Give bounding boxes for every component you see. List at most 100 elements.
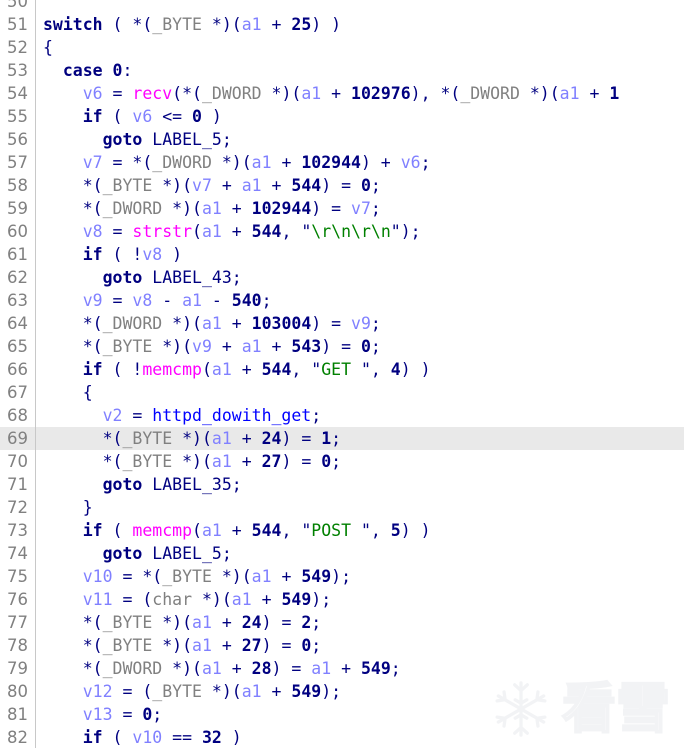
token-pun: = xyxy=(102,84,133,103)
token-var: v10 xyxy=(132,728,163,747)
token-pun: + xyxy=(211,636,242,655)
code-text[interactable]: *(_BYTE *)(a1 + 27) = 0; xyxy=(43,450,342,473)
code-text[interactable]: { xyxy=(43,381,93,404)
token-num: 28 xyxy=(251,659,272,678)
token-var: v9 xyxy=(192,337,212,356)
token-num: 102976 xyxy=(351,84,411,103)
token-var: a1 xyxy=(251,153,272,172)
code-text[interactable]: *(_BYTE *)(v7 + a1 + 544) = 0; xyxy=(43,174,381,197)
code-text[interactable]: v2 = httpd_dowith_get; xyxy=(43,404,322,427)
code-line[interactable]: 55 if ( v6 <= 0 ) xyxy=(0,105,684,128)
token-var: a1 xyxy=(211,360,232,379)
code-text[interactable]: v8 = strstr(a1 + 544, "\r\n\r\n"); xyxy=(43,220,421,243)
code-text[interactable]: v7 = *(_DWORD *)(a1 + 102944) + v6; xyxy=(43,151,431,174)
token-num: 103004 xyxy=(251,314,312,333)
code-text[interactable]: v12 = (_BYTE *)(a1 + 549); xyxy=(43,680,341,703)
code-line[interactable]: 76 v11 = (char *)(a1 + 549); xyxy=(0,588,684,611)
code-text[interactable]: v9 = v8 - a1 - 540; xyxy=(43,289,272,312)
line-number: 78 xyxy=(7,636,28,655)
code-text[interactable]: *(_BYTE *)(a1 + 24) = 2; xyxy=(43,611,321,634)
code-line[interactable]: 72 } xyxy=(0,496,684,519)
code-text[interactable]: goto LABEL_43; xyxy=(43,266,242,289)
code-text[interactable]: *(_DWORD *)(a1 + 28) = a1 + 549; xyxy=(43,657,401,680)
code-line[interactable]: 54 v6 = recv(*(_DWORD *)(a1 + 102976), *… xyxy=(0,82,684,105)
token-pun: *)( xyxy=(152,636,193,655)
code-text[interactable]: if ( v6 <= 0 ) xyxy=(43,105,222,128)
code-text[interactable]: *(_BYTE *)(v9 + a1 + 543) = 0; xyxy=(43,335,381,358)
token-num: 24 xyxy=(261,429,282,448)
token-var: a1 xyxy=(311,659,332,678)
code-text[interactable]: *(_DWORD *)(a1 + 102944) = v7; xyxy=(43,197,381,220)
code-text[interactable]: goto LABEL_5; xyxy=(43,128,232,151)
token-var: a1 xyxy=(182,291,202,310)
code-line[interactable]: 74 goto LABEL_5; xyxy=(0,542,684,565)
code-text[interactable]: v10 = *(_BYTE *)(a1 + 549); xyxy=(43,565,351,588)
token-pun: ( xyxy=(102,728,133,747)
code-line[interactable]: 68 v2 = httpd_dowith_get; xyxy=(0,404,684,427)
token-pun: *)( xyxy=(152,337,193,356)
code-line[interactable]: 61 if ( !v8 ) xyxy=(0,243,684,266)
token-pun: ) = xyxy=(261,636,302,655)
code-text[interactable]: } xyxy=(43,496,93,519)
token-type: _BYTE xyxy=(152,15,202,34)
token-num: 0 xyxy=(192,107,202,126)
line-number: 59 xyxy=(7,199,28,218)
code-text[interactable]: switch ( *(_BYTE *)(a1 + 25) ) xyxy=(43,13,341,36)
code-line[interactable]: 78 *(_BYTE *)(a1 + 27) = 0; xyxy=(0,634,684,657)
code-text[interactable]: goto LABEL_35; xyxy=(43,473,242,496)
token-pun: ) xyxy=(162,245,183,264)
token-pun: ( xyxy=(192,222,202,241)
code-line[interactable]: 71 goto LABEL_35; xyxy=(0,473,684,496)
code-line[interactable]: 81 v13 = 0; xyxy=(0,703,684,726)
code-line[interactable]: 64 *(_DWORD *)(a1 + 103004) = v9; xyxy=(0,312,684,335)
code-text[interactable]: goto LABEL_5; xyxy=(43,542,232,565)
pseudocode-viewport[interactable]: 50 51 switch ( *(_BYTE *)(a1 + 25) ) 52{53 … xyxy=(0,0,684,748)
code-text[interactable]: if ( v10 == 32 ) xyxy=(43,726,242,748)
code-line[interactable]: 79 *(_DWORD *)(a1 + 28) = a1 + 549; xyxy=(0,657,684,680)
token-pun: ; xyxy=(311,613,322,632)
code-line[interactable]: 60 v8 = strstr(a1 + 544, "\r\n\r\n"); xyxy=(0,220,684,243)
code-line[interactable]: 52 { xyxy=(0,36,684,59)
code-line[interactable]: 59 *(_DWORD *)(a1 + 102944) = v7; xyxy=(0,197,684,220)
code-line[interactable]: 80 v12 = (_BYTE *)(a1 + 549); xyxy=(0,680,684,703)
code-line[interactable]: 56 goto LABEL_5; xyxy=(0,128,684,151)
token-var: a1 xyxy=(231,590,252,609)
code-text[interactable]: *(_BYTE *)(a1 + 27) = 0; xyxy=(43,634,321,657)
code-line[interactable]: 66 if ( !memcmp(a1 + 544, "GET ", 4) ) xyxy=(0,358,684,381)
code-line[interactable]: 53 case 0: xyxy=(0,59,684,82)
code-line[interactable]: 50 xyxy=(0,0,684,13)
code-text[interactable]: v11 = (char *)(a1 + 549); xyxy=(43,588,331,611)
code-text[interactable]: v13 = 0; xyxy=(43,703,163,726)
code-line[interactable]: 58 *(_BYTE *)(v7 + a1 + 544) = 0; xyxy=(0,174,684,197)
code-text[interactable]: *(_BYTE *)(a1 + 24) = 1; xyxy=(43,427,342,450)
code-line[interactable]: 57 v7 = *(_DWORD *)(a1 + 102944) + v6; xyxy=(0,151,684,174)
code-line[interactable]: 69 *(_BYTE *)(a1 + 24) = 1; xyxy=(0,427,684,450)
code-text[interactable]: *(_DWORD *)(a1 + 103004) = v9; xyxy=(43,312,381,335)
code-text[interactable]: case 0: xyxy=(43,59,133,82)
token-type: _BYTE xyxy=(162,567,212,586)
token-pun: ) = xyxy=(311,199,352,218)
token-var: a1 xyxy=(201,659,222,678)
code-line[interactable]: 73 if ( memcmp(a1 + 544, "POST ", 5) ) xyxy=(0,519,684,542)
code-text[interactable]: { xyxy=(43,36,53,59)
code-line[interactable]: 51 switch ( *(_BYTE *)(a1 + 25) ) xyxy=(0,13,684,36)
code-surface[interactable]: 50 51 switch ( *(_BYTE *)(a1 + 25) ) 52{53 … xyxy=(0,0,684,748)
code-text[interactable]: if ( !v8 ) xyxy=(43,243,182,266)
code-line[interactable]: 65 *(_BYTE *)(v9 + a1 + 543) = 0; xyxy=(0,335,684,358)
code-line[interactable]: 82 if ( v10 == 32 ) xyxy=(0,726,684,748)
token-pun xyxy=(142,268,152,287)
code-line[interactable]: 75 v10 = *(_BYTE *)(a1 + 549); xyxy=(0,565,684,588)
token-var: v13 xyxy=(43,705,113,724)
code-text[interactable]: v6 = recv(*(_DWORD *)(a1 + 102976), *(_D… xyxy=(43,82,620,105)
code-line[interactable]: 63 v9 = v8 - a1 - 540; xyxy=(0,289,684,312)
code-line[interactable]: 67 { xyxy=(0,381,684,404)
code-line[interactable]: 62 goto LABEL_43; xyxy=(0,266,684,289)
code-line[interactable]: 77 *(_BYTE *)(a1 + 24) = 2; xyxy=(0,611,684,634)
code-line[interactable]: 70 *(_BYTE *)(a1 + 27) = 0; xyxy=(0,450,684,473)
token-pun: *)( xyxy=(152,176,193,195)
token-pun: ", xyxy=(360,360,391,379)
code-text[interactable]: if ( !memcmp(a1 + 544, "GET ", 4) ) xyxy=(43,358,431,381)
token-type: _DWORD xyxy=(201,84,262,103)
code-text[interactable]: if ( memcmp(a1 + 544, "POST ", 5) ) xyxy=(43,519,431,542)
line-number: 77 xyxy=(7,613,28,632)
